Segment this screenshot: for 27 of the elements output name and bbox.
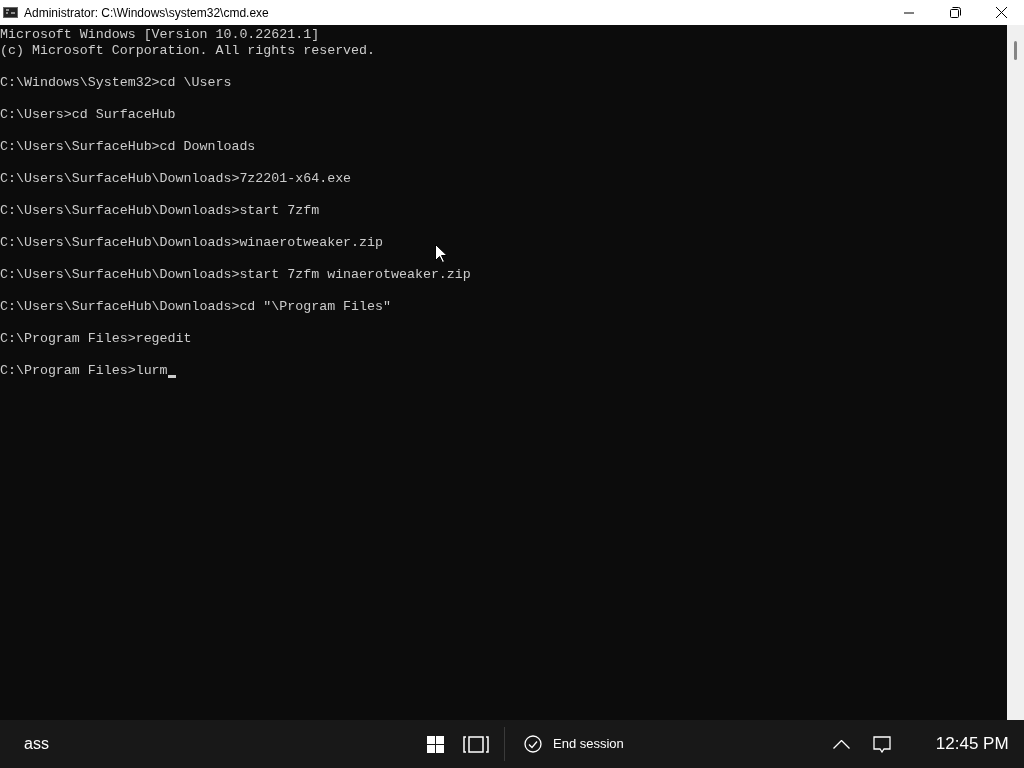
window-title: Administrator: C:\Windows\system32\cmd.exe [24,4,269,22]
command-line: C:\Users\SurfaceHub\Downloads>7z2201-x64.exe [0,171,352,187]
close-icon [995,7,1007,18]
command-line: C:\Users\SurfaceHub\Downloads>start 7zfm winaerotweaker.zip [0,267,471,283]
command-line: C:\Users\SurfaceHub\Downloads>cd "\Program Files" [0,299,391,315]
restore-icon [949,7,961,18]
command-line: C:\Users\SurfaceHub\Downloads>start 7zfm [0,203,320,219]
command-line: C:\Users\SurfaceHub\Downloads>winaerotweaker.zip [0,235,383,251]
app-name: ass [24,734,50,754]
console-text: Microsoft Windows [Version 10.0.22621.1] [0,27,320,43]
clock: 12:45 PM [935,733,1009,756]
mouse-pointer-icon [435,244,447,263]
terminal-icon [3,7,18,18]
windows-icon [426,735,444,753]
task-view-icon [463,735,489,753]
scrollbar-thumb[interactable] [1014,41,1017,60]
command-line: C:\Windows\System32>cd \Users [0,75,232,91]
scrollbar[interactable] [1007,25,1024,720]
command-line: C:\Users>cd SurfaceHub [0,107,176,123]
command-line: C:\Program Files>lurm [0,363,168,379]
command-line: C:\Program Files>regedit [0,331,192,347]
chevron-up-icon [833,739,851,749]
speech-bubble-icon [872,735,891,753]
console-text: (c) Microsoft Corporation. All rights reserved. [0,43,376,59]
check-circle-icon [524,735,542,753]
command-line: C:\Users\SurfaceHub>cd Downloads [0,139,256,155]
end-session-button[interactable]: End session [524,724,624,764]
